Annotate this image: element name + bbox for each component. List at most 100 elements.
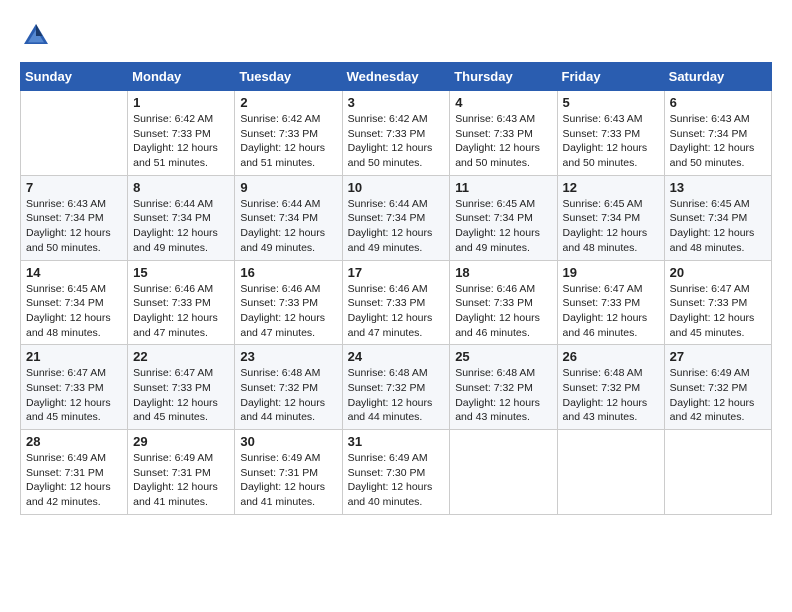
day-info: Sunrise: 6:45 AMSunset: 7:34 PMDaylight:… [26,282,122,341]
day-number: 3 [348,95,445,110]
calendar-cell: 4 Sunrise: 6:43 AMSunset: 7:33 PMDaylight… [450,91,557,176]
day-number: 22 [133,349,229,364]
day-info: Sunrise: 6:49 AMSunset: 7:31 PMDaylight:… [26,451,122,510]
day-info: Sunrise: 6:44 AMSunset: 7:34 PMDaylight:… [348,197,445,256]
day-number: 27 [670,349,766,364]
day-number: 13 [670,180,766,195]
day-number: 9 [240,180,336,195]
calendar-week-row: 7 Sunrise: 6:43 AMSunset: 7:34 PMDaylight… [21,175,772,260]
day-info: Sunrise: 6:47 AMSunset: 7:33 PMDaylight:… [670,282,766,341]
page-header [20,20,772,52]
day-info: Sunrise: 6:47 AMSunset: 7:33 PMDaylight:… [563,282,659,341]
weekday-header-thursday: Thursday [450,63,557,91]
calendar-cell: 18 Sunrise: 6:46 AMSunset: 7:33 PMDayligh… [450,260,557,345]
calendar-cell: 11Sunrise: 6:45 AMSunset: 7:34 PMDayligh… [450,175,557,260]
day-number: 29 [133,434,229,449]
weekday-header-row: SundayMondayTuesdayWednesdayThursdayFrid… [21,63,772,91]
day-number: 1 [133,95,229,110]
weekday-header-monday: Monday [128,63,235,91]
day-number: 10 [348,180,445,195]
calendar-table: SundayMondayTuesdayWednesdayThursdayFrid… [20,62,772,515]
day-number: 25 [455,349,551,364]
logo [20,20,56,52]
day-info: Sunrise: 6:48 AMSunset: 7:32 PMDaylight:… [563,366,659,425]
logo-icon [20,20,52,52]
day-info: Sunrise: 6:49 AMSunset: 7:32 PMDaylight:… [670,366,766,425]
calendar-cell: 12Sunrise: 6:45 AMSunset: 7:34 PMDayligh… [557,175,664,260]
day-info: Sunrise: 6:44 AMSunset: 7:34 PMDaylight:… [133,197,229,256]
weekday-header-sunday: Sunday [21,63,128,91]
day-number: 21 [26,349,122,364]
day-number: 14 [26,265,122,280]
calendar-cell: 14 Sunrise: 6:45 AMSunset: 7:34 PMDayligh… [21,260,128,345]
calendar-cell: 26 Sunrise: 6:48 AMSunset: 7:32 PMDayligh… [557,345,664,430]
calendar-cell: 7 Sunrise: 6:43 AMSunset: 7:34 PMDaylight… [21,175,128,260]
day-number: 28 [26,434,122,449]
calendar-week-row: 28 Sunrise: 6:49 AMSunset: 7:31 PMDayligh… [21,430,772,515]
day-number: 19 [563,265,659,280]
day-number: 17 [348,265,445,280]
day-info: Sunrise: 6:43 AMSunset: 7:33 PMDaylight:… [455,112,551,171]
calendar-cell: 19 Sunrise: 6:47 AMSunset: 7:33 PMDayligh… [557,260,664,345]
day-info: Sunrise: 6:44 AMSunset: 7:34 PMDaylight:… [240,197,336,256]
calendar-cell: 13Sunrise: 6:45 AMSunset: 7:34 PMDayligh… [664,175,771,260]
calendar-cell: 24 Sunrise: 6:48 AMSunset: 7:32 PMDayligh… [342,345,450,430]
calendar-week-row: 21 Sunrise: 6:47 AMSunset: 7:33 PMDayligh… [21,345,772,430]
day-info: Sunrise: 6:42 AMSunset: 7:33 PMDaylight:… [348,112,445,171]
calendar-cell: 17 Sunrise: 6:46 AMSunset: 7:33 PMDayligh… [342,260,450,345]
day-info: Sunrise: 6:42 AMSunset: 7:33 PMDaylight:… [240,112,336,171]
day-info: Sunrise: 6:43 AMSunset: 7:34 PMDaylight:… [26,197,122,256]
day-info: Sunrise: 6:48 AMSunset: 7:32 PMDaylight:… [240,366,336,425]
calendar-cell: 10 Sunrise: 6:44 AMSunset: 7:34 PMDayligh… [342,175,450,260]
day-info: Sunrise: 6:48 AMSunset: 7:32 PMDaylight:… [455,366,551,425]
day-info: Sunrise: 6:43 AMSunset: 7:34 PMDaylight:… [670,112,766,171]
day-number: 2 [240,95,336,110]
calendar-cell: 16 Sunrise: 6:46 AMSunset: 7:33 PMDayligh… [235,260,342,345]
calendar-cell [557,430,664,515]
calendar-cell: 6 Sunrise: 6:43 AMSunset: 7:34 PMDaylight… [664,91,771,176]
calendar-cell [664,430,771,515]
day-info: Sunrise: 6:43 AMSunset: 7:33 PMDaylight:… [563,112,659,171]
weekday-header-wednesday: Wednesday [342,63,450,91]
day-info: Sunrise: 6:49 AMSunset: 7:31 PMDaylight:… [240,451,336,510]
calendar-cell: 15Sunrise: 6:46 AMSunset: 7:33 PMDayligh… [128,260,235,345]
calendar-cell: 29Sunrise: 6:49 AMSunset: 7:31 PMDayligh… [128,430,235,515]
calendar-week-row: 14 Sunrise: 6:45 AMSunset: 7:34 PMDayligh… [21,260,772,345]
calendar-cell: 25 Sunrise: 6:48 AMSunset: 7:32 PMDayligh… [450,345,557,430]
day-info: Sunrise: 6:46 AMSunset: 7:33 PMDaylight:… [348,282,445,341]
calendar-cell [450,430,557,515]
day-info: Sunrise: 6:47 AMSunset: 7:33 PMDaylight:… [26,366,122,425]
calendar-cell: 27 Sunrise: 6:49 AMSunset: 7:32 PMDayligh… [664,345,771,430]
day-number: 30 [240,434,336,449]
calendar-cell: 30 Sunrise: 6:49 AMSunset: 7:31 PMDayligh… [235,430,342,515]
calendar-cell: 9 Sunrise: 6:44 AMSunset: 7:34 PMDaylight… [235,175,342,260]
day-number: 4 [455,95,551,110]
day-info: Sunrise: 6:46 AMSunset: 7:33 PMDaylight:… [240,282,336,341]
calendar-cell: 3 Sunrise: 6:42 AMSunset: 7:33 PMDaylight… [342,91,450,176]
day-number: 31 [348,434,445,449]
day-number: 8 [133,180,229,195]
day-info: Sunrise: 6:46 AMSunset: 7:33 PMDaylight:… [455,282,551,341]
calendar-cell: 22 Sunrise: 6:47 AMSunset: 7:33 PMDayligh… [128,345,235,430]
weekday-header-tuesday: Tuesday [235,63,342,91]
day-info: Sunrise: 6:49 AMSunset: 7:30 PMDaylight:… [348,451,445,510]
weekday-header-friday: Friday [557,63,664,91]
day-number: 6 [670,95,766,110]
day-number: 7 [26,180,122,195]
day-number: 24 [348,349,445,364]
calendar-cell: 8 Sunrise: 6:44 AMSunset: 7:34 PMDaylight… [128,175,235,260]
calendar-cell: 5Sunrise: 6:43 AMSunset: 7:33 PMDaylight… [557,91,664,176]
calendar-cell: 31 Sunrise: 6:49 AMSunset: 7:30 PMDayligh… [342,430,450,515]
day-info: Sunrise: 6:47 AMSunset: 7:33 PMDaylight:… [133,366,229,425]
day-info: Sunrise: 6:48 AMSunset: 7:32 PMDaylight:… [348,366,445,425]
day-number: 16 [240,265,336,280]
day-number: 18 [455,265,551,280]
day-number: 12 [563,180,659,195]
day-number: 15 [133,265,229,280]
calendar-cell: 23Sunrise: 6:48 AMSunset: 7:32 PMDayligh… [235,345,342,430]
calendar-cell: 1Sunrise: 6:42 AMSunset: 7:33 PMDaylight… [128,91,235,176]
day-number: 26 [563,349,659,364]
weekday-header-saturday: Saturday [664,63,771,91]
calendar-cell [21,91,128,176]
calendar-cell: 2 Sunrise: 6:42 AMSunset: 7:33 PMDaylight… [235,91,342,176]
